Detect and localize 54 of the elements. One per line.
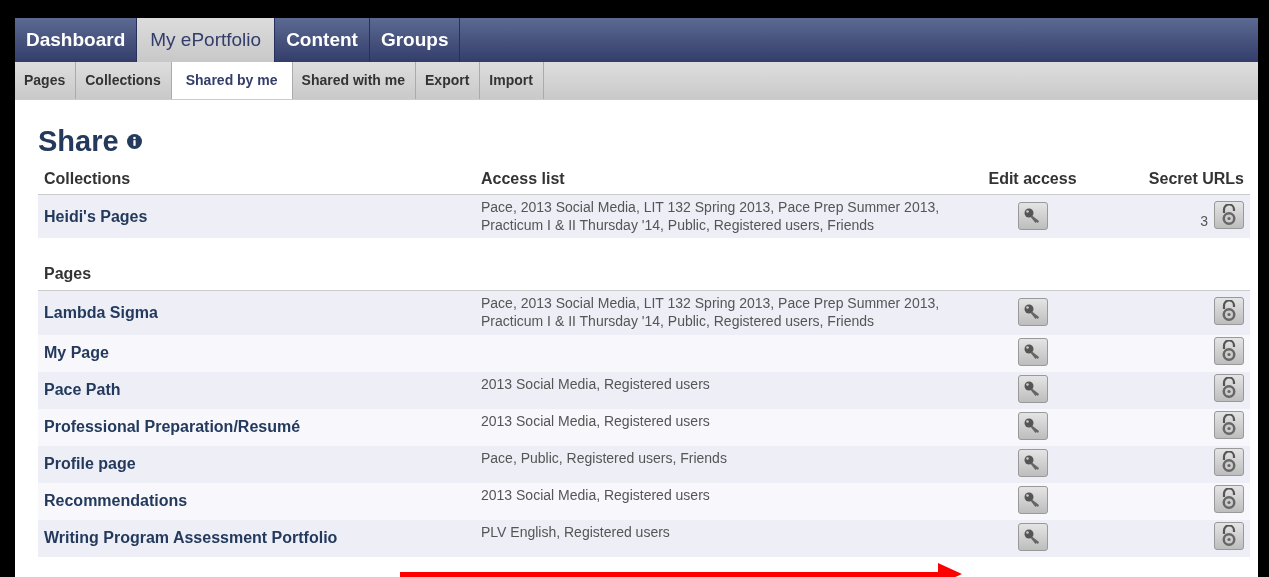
section-header: Pages <box>44 265 92 283</box>
edit-access-button[interactable] <box>1017 375 1048 404</box>
page-link[interactable]: Recommendations <box>44 492 188 510</box>
info-icon[interactable] <box>126 134 142 150</box>
edit-access-button[interactable] <box>1017 338 1048 367</box>
secret-urls-button[interactable] <box>1214 522 1244 551</box>
secret-urls-button[interactable] <box>1214 337 1244 366</box>
edit-access-button[interactable] <box>1017 412 1048 441</box>
secret-urls-button[interactable] <box>1214 200 1244 229</box>
padlock-icon <box>1220 488 1238 511</box>
subnav-tab[interactable]: Collections <box>76 62 172 99</box>
edit-access-button[interactable] <box>1017 298 1048 327</box>
edit-access-button[interactable] <box>1017 449 1048 478</box>
access-list: 2013 Social Media, Registered users <box>481 485 951 504</box>
padlock-icon <box>1220 377 1238 400</box>
subnav-tab[interactable]: Shared by me <box>171 62 293 99</box>
secret-urls-button[interactable] <box>1214 297 1244 326</box>
secret-urls-button[interactable] <box>1214 374 1244 403</box>
page-heading: Share <box>38 126 119 158</box>
page-link[interactable]: Writing Program Assessment Portfolio <box>44 529 338 547</box>
edit-access-button[interactable] <box>1017 201 1048 230</box>
subnav-tab[interactable]: Export <box>416 62 481 99</box>
page-link[interactable]: Lambda Sigma <box>44 304 158 322</box>
page-link[interactable]: My Page <box>44 344 109 362</box>
page-link[interactable]: Profile page <box>44 455 136 473</box>
page-link[interactable]: Heidi's Pages <box>44 207 148 225</box>
access-list: Pace, Public, Registered users, Friends <box>481 448 951 467</box>
subnav-tab[interactable]: Shared with me <box>292 62 416 99</box>
padlock-icon <box>1220 414 1238 437</box>
subnav-tab[interactable]: Pages <box>15 62 77 99</box>
padlock-icon <box>1220 203 1238 226</box>
page-link[interactable]: Pace Path <box>44 381 121 399</box>
nav-tab[interactable]: My ePortfolio <box>137 18 276 62</box>
column-header: Collections <box>44 169 131 187</box>
access-list: Pace, 2013 Social Media, LIT 132 Spring 2013, Pace Prep Summer 2013, Practicum I & II Thursday '14, Public, Registered users, Friends <box>481 294 951 331</box>
access-list: 2013 Social Media, Registered users <box>481 411 951 430</box>
column-header: Secret URLs <box>1148 169 1244 187</box>
secret-url-count: 3 <box>1200 212 1208 229</box>
edit-access-button[interactable] <box>1017 523 1048 552</box>
page-link[interactable]: Professional Preparation/Resumé <box>44 418 301 436</box>
access-list: PLV English, Registered users <box>481 522 951 541</box>
column-header: Access list <box>481 169 565 187</box>
access-list: Pace, 2013 Social Media, LIT 132 Spring 2013, Pace Prep Summer 2013, Practicum I & II Thursday '14, Public, Registered users, Friends <box>481 197 951 234</box>
subnav-tab[interactable]: Import <box>480 62 544 99</box>
padlock-icon <box>1220 300 1238 323</box>
padlock-icon <box>1220 525 1238 548</box>
padlock-icon <box>1220 340 1238 363</box>
edit-access-button[interactable] <box>1017 486 1048 515</box>
secret-urls-button[interactable] <box>1214 485 1244 514</box>
access-list: 2013 Social Media, Registered users <box>481 374 951 393</box>
padlock-icon <box>1220 451 1238 474</box>
secret-urls-button[interactable] <box>1214 448 1244 477</box>
secret-urls-button[interactable] <box>1214 411 1244 440</box>
column-header: Edit access <box>988 169 1077 187</box>
